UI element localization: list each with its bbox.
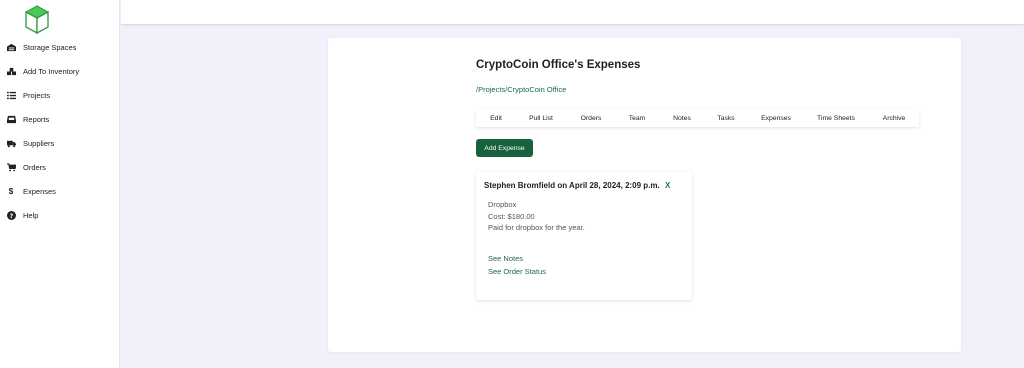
project-tabs: Edit Pull List Orders Team Notes Tasks E… <box>476 109 919 127</box>
truck-icon <box>6 138 16 148</box>
inbox-icon <box>6 114 16 124</box>
delete-expense-button[interactable]: X <box>665 181 670 190</box>
expense-cost: Cost: $180.00 <box>488 212 535 221</box>
expense-description: Paid for dropbox for the year. <box>488 223 585 232</box>
sidebar-item-expenses[interactable]: $ Expenses <box>6 183 116 199</box>
sidebar-item-label: Suppliers <box>23 138 55 148</box>
page-title: CryptoCoin Office's Expenses <box>476 59 641 71</box>
tab-notes[interactable]: Notes <box>664 109 700 127</box>
sidebar-item-reports[interactable]: Reports <box>6 111 116 127</box>
expense-header: Stephen Bromfield on April 28, 2024, 2:0… <box>484 181 660 190</box>
tab-time-sheets[interactable]: Time Sheets <box>809 109 863 127</box>
tab-team[interactable]: Team <box>620 109 654 127</box>
see-order-status-link[interactable]: See Order Status <box>488 267 546 276</box>
tab-pull-list[interactable]: Pull List <box>521 109 561 127</box>
tab-edit[interactable]: Edit <box>479 109 513 127</box>
sidebar-item-suppliers[interactable]: Suppliers <box>6 135 116 151</box>
sidebar-item-storage-spaces[interactable]: Storage Spaces <box>6 39 116 55</box>
warehouse-icon <box>6 42 16 52</box>
add-expense-button[interactable]: Add Expense <box>476 139 533 157</box>
sidebar-item-help[interactable]: ? Help <box>6 207 116 223</box>
breadcrumb[interactable]: /Projects/CryptoCoin Office <box>476 85 566 94</box>
boxes-icon <box>6 66 16 76</box>
question-circle-icon: ? <box>6 210 16 220</box>
sidebar: Storage Spaces Add To Inventory Projects… <box>0 0 120 368</box>
sidebar-item-label: Expenses <box>23 186 56 196</box>
tab-tasks[interactable]: Tasks <box>708 109 744 127</box>
sidebar-item-label: Add To Inventory <box>23 66 80 76</box>
sidebar-item-orders[interactable]: Orders <box>6 159 116 175</box>
tab-archive[interactable]: Archive <box>874 109 914 127</box>
dollar-icon: $ <box>8 186 14 196</box>
expense-card: Stephen Bromfield on April 28, 2024, 2:0… <box>476 172 692 300</box>
tab-expenses[interactable]: Expenses <box>754 109 798 127</box>
logo-cube-icon <box>24 5 50 35</box>
sidebar-item-label: Storage Spaces <box>23 42 77 52</box>
see-notes-link[interactable]: See Notes <box>488 254 523 263</box>
main-card: CryptoCoin Office's Expenses /Projects/C… <box>328 38 961 352</box>
sidebar-item-label: Reports <box>23 114 50 124</box>
sidebar-item-label: Projects <box>23 90 51 100</box>
expense-name: Dropbox <box>488 200 517 209</box>
sidebar-item-label: Orders <box>23 162 46 172</box>
sidebar-item-label: Help <box>23 210 39 220</box>
sidebar-item-projects[interactable]: Projects <box>6 87 116 103</box>
cart-icon <box>6 162 16 172</box>
tab-orders[interactable]: Orders <box>572 109 610 127</box>
sidebar-item-add-to-inventory[interactable]: Add To Inventory <box>6 63 116 79</box>
list-icon <box>6 90 16 100</box>
top-bar <box>121 0 1024 25</box>
svg-text:?: ? <box>9 213 13 220</box>
